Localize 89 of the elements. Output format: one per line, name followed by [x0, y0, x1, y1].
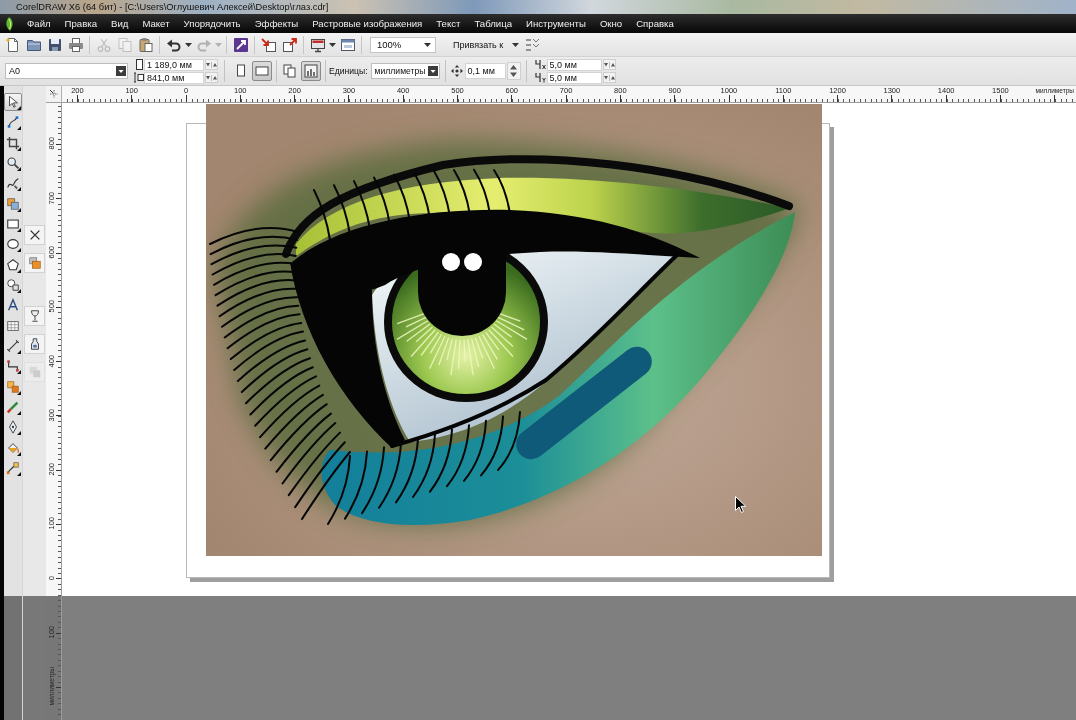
menu-item[interactable]: Упорядочить [176, 14, 248, 33]
overlapping-squares-icon [27, 365, 42, 379]
node-curve-icon [6, 115, 20, 130]
window-icon [339, 36, 356, 53]
pentagon-icon [6, 257, 20, 272]
window-title: CorelDRAW X6 (64 бит) - [C:\Users\Оглушевич Алексей\Desktop\глаз.cdr] [16, 1, 329, 14]
overlapping-squares-icon [6, 196, 20, 211]
docker-tab[interactable] [24, 306, 45, 326]
stacked-squares-icon [27, 256, 42, 270]
menu-item[interactable]: Растровые изображения [305, 14, 430, 33]
scissors-icon [95, 36, 112, 53]
four-way-arrows-icon [450, 65, 463, 77]
spin-arrows-icon [603, 61, 615, 68]
menu-item[interactable]: Файл [20, 14, 58, 33]
pick-tool-button[interactable] [4, 93, 22, 111]
blend-squares-icon [6, 379, 20, 394]
gradient-fill-icon [6, 460, 20, 475]
ruler-origin-icon [48, 89, 59, 99]
monitor-icon [309, 36, 326, 53]
options-icon [523, 36, 540, 53]
app-logo-icon [4, 16, 14, 31]
menu-item[interactable]: Правка [57, 14, 104, 33]
menu-item[interactable]: Инструменты [519, 14, 593, 33]
menu-item[interactable]: Справка [629, 14, 681, 33]
spin-button[interactable] [602, 59, 616, 70]
units-combo[interactable]: миллиметры [370, 63, 440, 79]
docker-tab[interactable] [24, 334, 45, 354]
dimension-line-icon [6, 338, 20, 353]
dropdown-icon [427, 66, 438, 76]
connector-tool-button[interactable] [4, 357, 22, 376]
spin-arrows-icon [510, 65, 518, 77]
caret-icon [424, 42, 431, 47]
table-grid-icon [6, 318, 20, 333]
caret-icon [512, 42, 520, 47]
two-pages-icon [116, 36, 133, 53]
new-page-icon [4, 36, 21, 53]
arrow-pointer-icon [6, 95, 20, 109]
offset-x-icon [534, 59, 547, 70]
spin-button[interactable] [506, 62, 521, 80]
menu-item[interactable]: Макет [135, 14, 177, 33]
menu-item[interactable]: Эффекты [247, 14, 306, 33]
page-width-field[interactable]: 1 189,0 мм [144, 58, 204, 71]
spin-arrows-icon [603, 74, 615, 81]
letter-a-icon [6, 298, 20, 313]
eyedropper-icon [6, 399, 20, 414]
spin-button[interactable] [205, 59, 218, 70]
spin-button[interactable] [602, 72, 616, 83]
page-height-icon [134, 72, 144, 83]
zoom-level-combo[interactable]: 100% [370, 36, 436, 53]
ellipse-icon [6, 237, 20, 252]
duplicate-x-field[interactable]: 5,0 мм [546, 58, 602, 71]
current-page-button[interactable] [301, 61, 321, 81]
paper-size-combo[interactable]: A0 [5, 63, 128, 79]
printer-icon [67, 36, 84, 53]
menu-item[interactable]: Окно [592, 14, 630, 33]
stacked-pages-icon [282, 63, 298, 79]
caret-icon [215, 42, 222, 47]
connector-line-icon [6, 359, 20, 374]
launch-tile-icon [232, 36, 249, 53]
clipboard-icon [137, 36, 154, 53]
page-width-icon [134, 59, 144, 70]
import-icon [260, 36, 277, 53]
spin-arrows-icon [206, 61, 217, 68]
menu-item[interactable]: Текст [429, 14, 468, 33]
export-icon [281, 36, 298, 53]
zoom-tool-button[interactable] [4, 154, 22, 172]
menu-item[interactable]: Таблица [467, 14, 520, 33]
freehand-curve-icon [6, 176, 20, 191]
dropdown-icon [116, 66, 126, 76]
menu-item[interactable]: Вид [104, 14, 136, 33]
caret-icon [185, 42, 192, 47]
page-height-field[interactable]: 841,0 мм [144, 71, 204, 84]
landscape-page-icon [254, 63, 270, 79]
paint-bucket-icon [6, 440, 20, 455]
pen-nib-icon [6, 420, 20, 435]
spin-button[interactable] [205, 72, 218, 83]
spin-arrows-icon [206, 74, 217, 81]
page-bars-icon [303, 63, 319, 79]
close-button[interactable] [24, 225, 45, 245]
caret-icon [329, 42, 336, 47]
duplicate-y-field[interactable]: 5,0 мм [546, 71, 602, 84]
units-label: Единицы: [329, 66, 368, 76]
mouse-pointer-icon [735, 496, 746, 513]
nudge-field[interactable]: 0,1 мм [464, 63, 506, 79]
crop-icon [6, 135, 20, 150]
offset-y-icon [534, 72, 547, 83]
rectangle-icon [6, 216, 20, 231]
snap-to-dropdown[interactable]: Привязать к [451, 35, 522, 54]
magnifier-icon [6, 156, 20, 170]
